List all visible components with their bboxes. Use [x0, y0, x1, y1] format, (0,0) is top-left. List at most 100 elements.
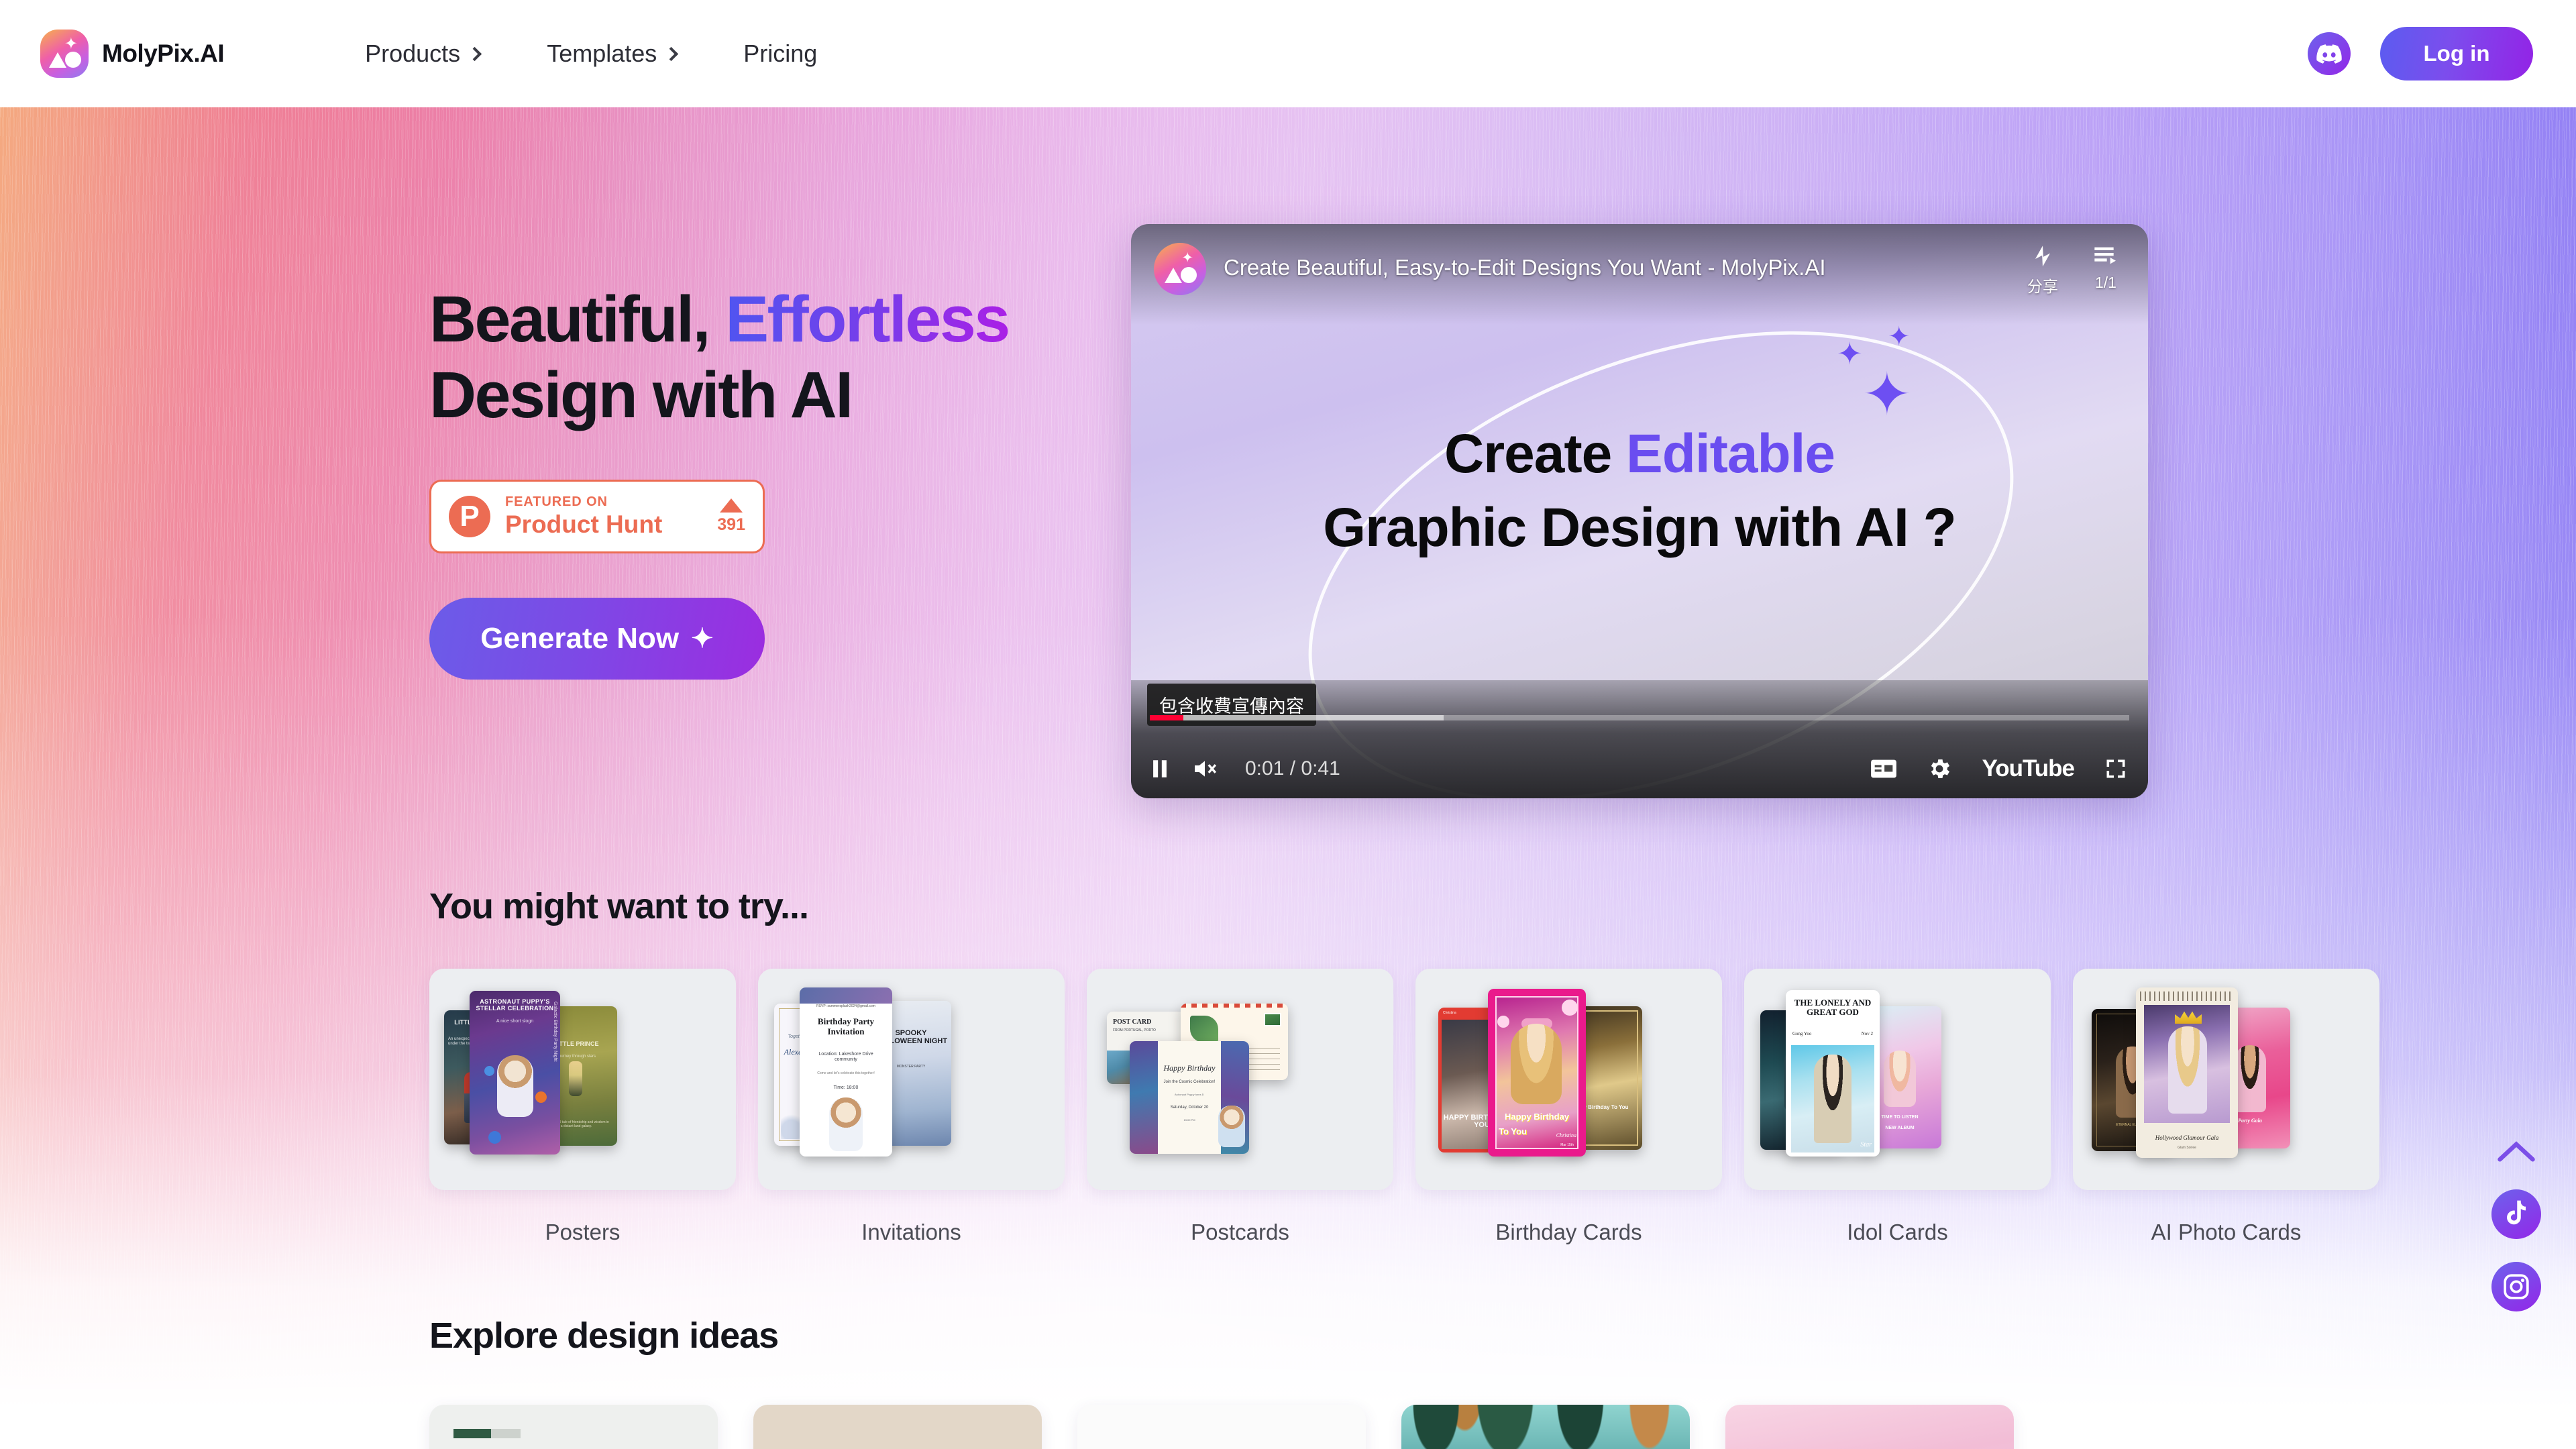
explore-card[interactable]: TechHub Coworking Space — [429, 1405, 718, 1449]
hero-video-player[interactable]: ✦ ✦ ✦ Create Editable Graphic Design wit… — [1131, 224, 2148, 798]
fullscreen-button[interactable] — [2104, 757, 2128, 781]
palm-tree-illustration — [1401, 1405, 1690, 1449]
upvote-triangle-icon — [720, 498, 743, 513]
playlist-button[interactable]: 1/1 — [2092, 243, 2120, 297]
youtube-logo[interactable]: YouTube — [1982, 755, 2075, 782]
video-top-actions: 分享 1/1 — [2027, 243, 2125, 297]
category-item-idol-cards[interactable]: magical winter December Billie Eilish TI… — [1744, 969, 2051, 1245]
nav-item-pricing[interactable]: Pricing — [710, 40, 851, 68]
preview-figure — [1511, 1024, 1562, 1104]
mute-button[interactable] — [1191, 755, 1218, 782]
preview-text: Happy Birthday — [1504, 1111, 1570, 1122]
preview-text: Christina — [1556, 1132, 1576, 1139]
settings-gear-icon — [1931, 759, 1950, 778]
progress-buffered — [1150, 715, 1444, 720]
preview-decoration — [488, 1131, 501, 1144]
video-progress-bar[interactable] — [1150, 715, 2129, 720]
preview-text: Time: 18:00 — [833, 1085, 859, 1090]
share-label: 分享 — [2027, 278, 2058, 295]
preview-figure — [1218, 1106, 1245, 1147]
preview-text: THE LONELY AND GREAT GOD — [1794, 998, 1872, 1018]
video-player-top-bar: ✦ Create Beautiful, Easy-to-Edit Designs… — [1131, 224, 2148, 325]
avatar-triangle-shape — [1165, 268, 1182, 283]
category-label-idol-cards: Idol Cards — [1847, 1220, 1948, 1244]
settings-button[interactable] — [1927, 756, 1952, 782]
hero-left-column: Beautiful, Effortless Design with AI P F… — [429, 282, 1114, 680]
category-thumbnail-invitations[interactable]: Together with their families Alexander &… — [758, 969, 1065, 1190]
category-thumbnail-postcards[interactable]: POST CARD FROM PORTUGAL, PORTO Happy Bir… — [1087, 969, 1393, 1190]
floating-social-sidebar — [2491, 1140, 2541, 1311]
category-thumbnail-birthday-cards[interactable]: Christina HAPPY BIRTHDAY TO YOU Happy Bi… — [1415, 969, 1722, 1190]
playlist-icon — [2094, 247, 2116, 264]
pause-button[interactable] — [1148, 755, 1171, 782]
share-icon — [2035, 246, 2050, 267]
preview-figure — [2234, 1045, 2266, 1112]
brand-logo[interactable]: ✦ MolyPix.AI — [40, 30, 225, 78]
preview-text: Come and let's celebrate this together! — [817, 1071, 875, 1075]
instagram-button[interactable] — [2491, 1262, 2541, 1311]
explore-card[interactable] — [1725, 1405, 2014, 1449]
preview-figure — [569, 1061, 582, 1096]
product-hunt-name: Product Hunt — [505, 511, 663, 539]
preview-text: Star — [1860, 1141, 1872, 1148]
category-thumbnail-posters[interactable]: LITTLE RED RIDING HOOD An unexpected fri… — [429, 969, 736, 1190]
preview-figure — [1814, 1055, 1851, 1143]
template-preview: Happy Birthday To You Christina Mar 15th — [1488, 989, 1586, 1157]
category-item-posters[interactable]: LITTLE RED RIDING HOOD An unexpected fri… — [429, 969, 736, 1245]
explore-card[interactable]: Pottery — [753, 1405, 1042, 1449]
chevron-right-icon — [664, 46, 679, 61]
preview-text: Birthday Party Invitation — [817, 1016, 875, 1036]
preview-border — [1181, 1004, 1288, 1008]
channel-avatar[interactable]: ✦ — [1154, 243, 1206, 295]
captions-button[interactable] — [1870, 759, 1897, 779]
category-thumbnail-ai-photo-cards[interactable]: ETERNAL ELEGANCE Party Gala Hollywood Gl… — [2073, 969, 2379, 1190]
preview-text: RSVP: summersplash2024@gmail.com — [816, 1004, 875, 1008]
explore-card[interactable] — [1401, 1405, 1690, 1449]
preview-text: Galactic Birthday Party Night — [553, 1002, 557, 1062]
heart-icon — [1562, 1000, 1578, 1016]
explore-section-title: Explore design ideas — [429, 1316, 779, 1356]
product-hunt-upvote[interactable]: 391 — [717, 498, 745, 535]
category-item-invitations[interactable]: Together with their families Alexander &… — [758, 969, 1065, 1245]
category-item-ai-photo-cards[interactable]: ETERNAL ELEGANCE Party Gala Hollywood Gl… — [2073, 969, 2379, 1245]
explore-section: Explore design ideas TechHub Coworking S… — [429, 1315, 2522, 1449]
category-thumbnail-idol-cards[interactable]: magical winter December Billie Eilish TI… — [1744, 969, 2051, 1190]
preview-stamp — [1264, 1013, 1281, 1026]
product-hunt-badge[interactable]: P FEATURED ON Product Hunt 391 — [429, 480, 765, 554]
category-item-birthday-cards[interactable]: Christina HAPPY BIRTHDAY TO YOU Happy Bi… — [1415, 969, 1722, 1245]
nav-item-templates[interactable]: Templates — [513, 40, 710, 68]
preview-text: Christina — [1443, 1011, 1456, 1015]
logo-circle-shape — [65, 52, 81, 68]
logo-sparkle-icon: ✦ — [64, 35, 78, 53]
preview-text: A nice short slogn — [496, 1019, 534, 1024]
headline-part-1: Beautiful, — [429, 282, 710, 356]
video-time-display: 0:01 / 0:41 — [1245, 757, 1340, 780]
progress-bar-decoration — [453, 1429, 521, 1438]
share-button[interactable]: 分享 — [2027, 243, 2058, 297]
site-header: ✦ MolyPix.AI Products Templates Pricing … — [0, 0, 2576, 107]
discord-icon[interactable] — [2308, 32, 2351, 75]
preview-text: Glam Soiree — [2178, 1145, 2196, 1150]
category-item-postcards[interactable]: POST CARD FROM PORTUGAL, PORTO Happy Bir… — [1087, 969, 1393, 1245]
preview-text: Hollywood Glamour Gala — [2155, 1134, 2219, 1142]
preview-figure — [497, 1055, 533, 1117]
explore-card[interactable]: 永远的小王子 — [1077, 1405, 1366, 1449]
tiktok-button[interactable] — [2491, 1189, 2541, 1239]
generate-now-button[interactable]: Generate Now ✦ — [429, 598, 765, 680]
preview-decoration — [535, 1091, 547, 1103]
category-label-birthday-cards: Birthday Cards — [1495, 1220, 1642, 1244]
discord-glyph — [2316, 44, 2342, 64]
tiktok-icon — [2507, 1200, 2526, 1225]
nav-item-products[interactable]: Products — [331, 40, 513, 68]
preview-text: Happy Birthday — [1163, 1063, 1216, 1073]
template-preview: Happy Birthday Join the Cosmic Celebrati… — [1130, 1041, 1249, 1154]
playlist-count: 1/1 — [2095, 274, 2116, 291]
generate-now-label: Generate Now — [480, 622, 680, 655]
nav-label-products: Products — [365, 40, 461, 67]
scroll-to-top-button[interactable] — [2497, 1140, 2536, 1167]
nav-label-templates: Templates — [547, 40, 657, 67]
login-button[interactable]: Log in — [2380, 27, 2533, 80]
sparkle-icon: ✦ — [691, 624, 714, 654]
template-preview: Hollywood Glamour Gala Glam Soiree — [2136, 987, 2238, 1158]
video-title[interactable]: Create Beautiful, Easy-to-Edit Designs Y… — [1224, 255, 1826, 280]
